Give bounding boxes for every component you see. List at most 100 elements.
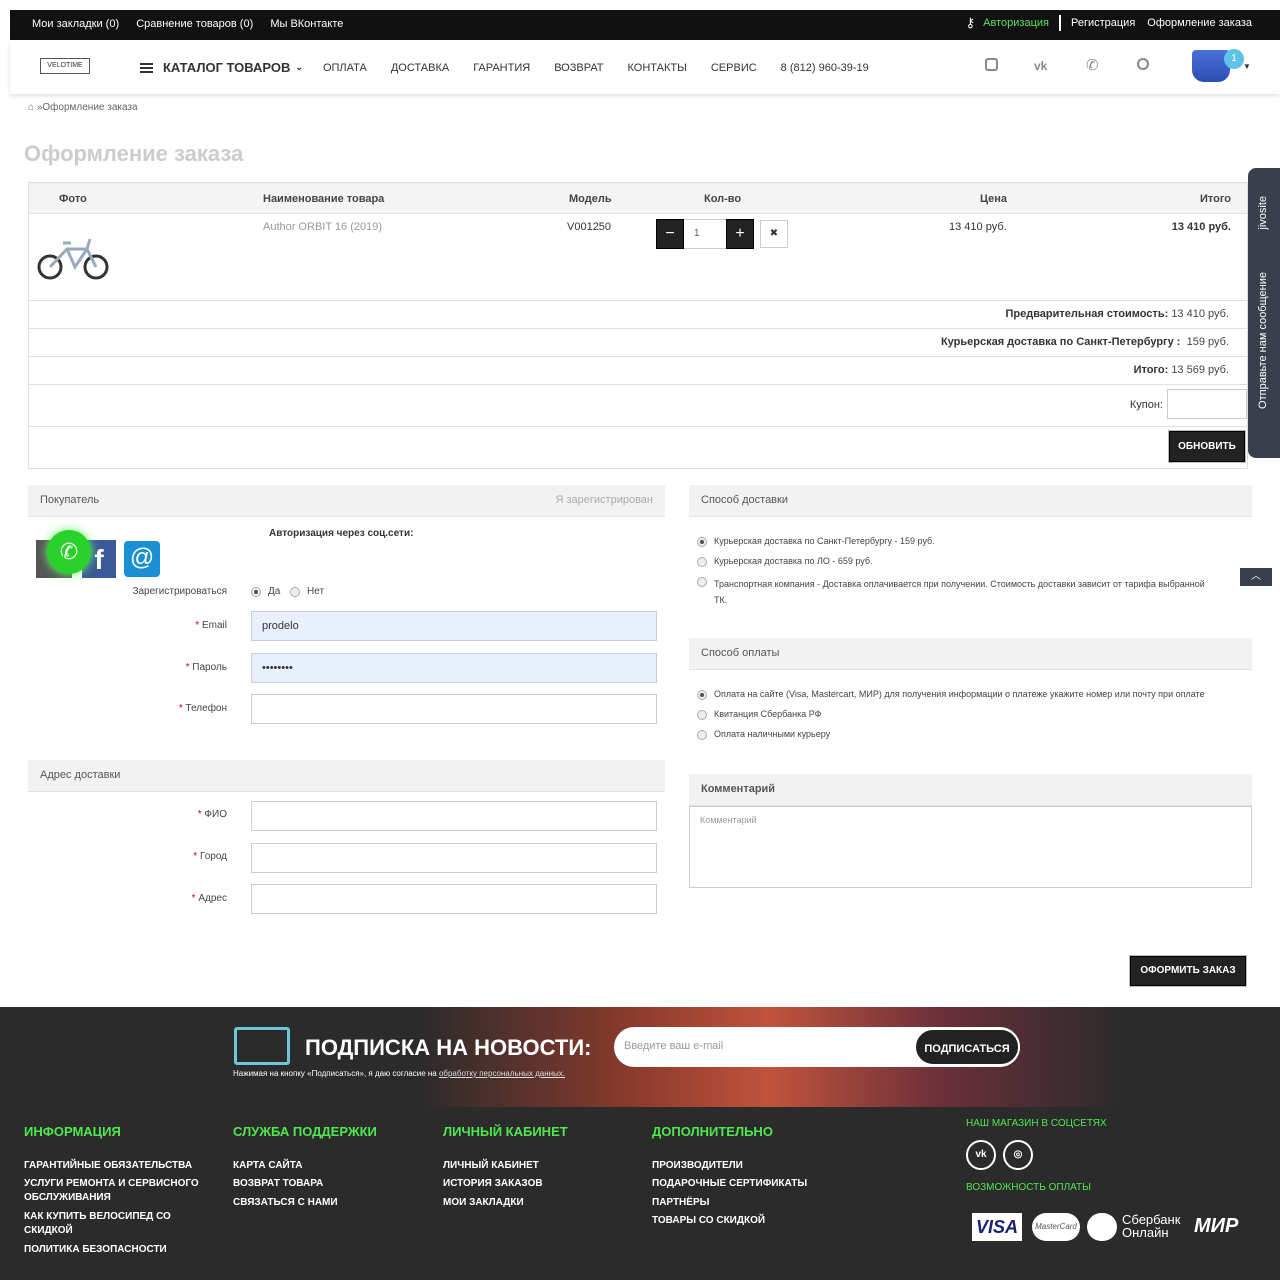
city-field[interactable] [251,843,657,873]
product-name-link[interactable]: Author ORBIT 16 (2019) [263,221,382,233]
instagram-icon[interactable] [985,58,998,71]
nav-item-service[interactable]: СЕРВИС [711,62,757,74]
shipping-value: 159 руб. [1186,336,1229,348]
footer-link[interactable]: СВЯЗАТЬСЯ С НАМИ [233,1196,338,1210]
footer-link[interactable]: КАРТА САЙТА [233,1159,302,1173]
logo[interactable]: VELOTIME [40,58,90,74]
footer-link[interactable]: ВОЗВРАТ ТОВАРА [233,1177,323,1191]
subtotal-label: Предварительная стоимость: [1005,308,1169,320]
chat-message-label: Отправьте нам сообщение [1257,272,1269,409]
buyer-header: Покупатель Я зарегистрирован [28,485,665,517]
nav-item-return[interactable]: ВОЗВРАТ [554,62,603,74]
footer-link[interactable]: УСЛУГИ РЕМОНТА И СЕРВИСНОГО ОБСЛУЖИВАНИЯ [24,1177,219,1205]
payment-option-online[interactable]: Оплата на сайте (Visa, Mastercart, МИР) … [697,689,1247,700]
coupon-input[interactable] [1167,389,1247,419]
register-link[interactable]: Регистрация [1071,17,1135,29]
mail-ru-icon[interactable]: @ [124,541,160,577]
menu-icon [140,61,153,75]
footer-link[interactable]: ПОДАРОЧНЫЕ СЕРТИФИКАТЫ [652,1177,807,1191]
password-field[interactable]: •••••••• [251,653,657,683]
delivery-option-tk[interactable]: Транспортная компания - Доставка оплачив… [697,576,1207,608]
product-image[interactable] [35,231,111,283]
cart-table: Фото Наименование товара Модель Кол-во Ц… [28,182,1248,469]
phone-number[interactable]: 8 (812) 960-39-19 [781,62,869,74]
nav-item-warranty[interactable]: ГАРАНТИЯ [473,62,530,74]
newsletter-note: Нажимая на кнопку «Подписаться», я даю с… [233,1069,566,1078]
coupon-label: Купон: [1129,399,1163,411]
envelope-icon [234,1027,290,1065]
callback-phone-icon[interactable]: ✆ [47,530,91,574]
fio-field[interactable] [251,801,657,831]
subscribe-button[interactable]: ПОДПИСАТЬСЯ [914,1028,1020,1066]
nav-item-delivery[interactable]: ДОСТАВКА [391,62,449,74]
checkout-link[interactable]: Оформление заказа [1147,17,1252,29]
update-button[interactable]: ОБНОВИТЬ [1169,431,1245,462]
register-no-radio[interactable]: Нет [290,586,324,597]
privacy-link[interactable]: обработку персональных данных. [439,1069,565,1078]
scroll-top-button[interactable]: ︿ [1240,568,1272,586]
increase-button[interactable]: + [726,219,754,249]
delivery-option-lo[interactable]: Курьерская доставка по ЛО - 659 руб. [697,556,1217,567]
home-icon[interactable]: ⌂ [28,102,34,113]
comment-header: Комментарий [689,774,1252,806]
footer-info-title: ИНФОРМАЦИЯ [24,1124,121,1139]
delivery-option-spb[interactable]: Курьерская доставка по Санкт-Петербургу … [697,536,1217,547]
chat-widget-tab[interactable]: jivosite Отправьте нам сообщение [1248,168,1280,458]
phone-field[interactable] [251,694,657,724]
chevron-up-icon: ︿ [1251,571,1261,582]
col-model: Модель [569,193,612,205]
footer-link[interactable]: МОИ ЗАКЛАДКИ [443,1196,524,1210]
vk-link[interactable]: Мы ВКонтакте [270,18,343,30]
footer-social-title: НАШ МАГАЗИН В СОЦСЕТЯХ [966,1118,1107,1129]
nav-item-contacts[interactable]: КОНТАКТЫ [628,62,687,74]
top-bar: Мои закладки (0) Сравнение товаров (0) М… [10,10,1280,40]
login-link[interactable]: Авторизация [983,17,1049,29]
footer-link[interactable]: ПОЛИТИКА БЕЗОПАСНОСТИ [24,1243,219,1257]
register-yes-radio[interactable]: Да [251,586,280,597]
delivery-option-spb-label: Курьерская доставка по Санкт-Петербургу … [714,536,935,546]
table-header [29,183,1247,213]
address-header: Адрес доставки [28,760,665,792]
registered-link[interactable]: Я зарегистрирован [555,494,653,506]
footer-link[interactable]: ЛИЧНЫЙ КАБИНЕТ [443,1159,539,1173]
register-question: Зарегистрироваться [132,586,227,597]
vk-icon[interactable]: vk [1034,59,1047,73]
footer-link[interactable]: ГАРАНТИЙНЫЕ ОБЯЗАТЕЛЬСТВА [24,1159,219,1173]
phone-label: * Телефон [178,703,227,714]
address-label: * Адрес [191,893,227,904]
payment-option-sber[interactable]: Квитанция Сбербанка РФ [697,709,1217,720]
footer-link[interactable]: КАК КУПИТЬ ВЕЛОСИПЕД СО СКИДКОЙ [24,1210,199,1238]
footer-link[interactable]: ПРОИЗВОДИТЕЛИ [652,1159,743,1173]
instagram-social-icon[interactable]: ◎ [1003,1140,1033,1170]
email-field[interactable]: prodelo [251,611,657,641]
compare-link[interactable]: Сравнение товаров (0) [136,18,253,30]
total-value: 13 569 руб. [1171,364,1229,376]
footer-link[interactable]: ПАРТНЁРЫ [652,1196,709,1210]
search-icon[interactable] [1137,58,1149,70]
register-no-label: Нет [307,586,325,597]
remove-item-icon[interactable]: ✖ [760,220,788,248]
breadcrumb-current[interactable]: »Оформление заказа [37,102,138,113]
cart-caret-icon[interactable]: ▼ [1243,62,1251,71]
visa-logo: VISA [972,1213,1022,1241]
quantity-input[interactable]: 1 [684,219,726,249]
city-label: * Город [193,851,227,862]
footer-link[interactable]: ТОВАРЫ СО СКИДКОЙ [652,1214,765,1228]
phone-icon[interactable]: ✆ [1086,56,1099,74]
breadcrumb: ⌂ »Оформление заказа [28,102,138,113]
bookmarks-link[interactable]: Мои закладки (0) [32,18,119,30]
product-model: V001250 [567,221,612,233]
vk-social-icon[interactable]: vk [966,1140,996,1170]
address-field[interactable] [251,884,657,914]
social-auth-label: Авторизация через соц.сети: [269,528,414,539]
payment-option-cash[interactable]: Оплата наличными курьеру [697,729,1217,740]
comment-textarea[interactable]: Комментарий [689,806,1252,888]
catalog-button[interactable]: КАТАЛОГ ТОВАРОВ ⌄ [140,60,303,75]
footer-account-title: ЛИЧНЫЙ КАБИНЕТ [443,1124,568,1139]
footer-extra-title: ДОПОЛНИТЕЛЬНО [652,1124,773,1139]
footer-link[interactable]: ИСТОРИЯ ЗАКАЗОВ [443,1177,543,1191]
decrease-button[interactable]: − [656,219,684,249]
submit-order-button[interactable]: ОФОРМИТЬ ЗАКАЗ [1130,956,1246,986]
payment-option-online-label: Оплата на сайте (Visa, Mastercart, МИР) … [714,689,1205,699]
nav-item-payment[interactable]: ОПЛАТА [323,62,367,74]
